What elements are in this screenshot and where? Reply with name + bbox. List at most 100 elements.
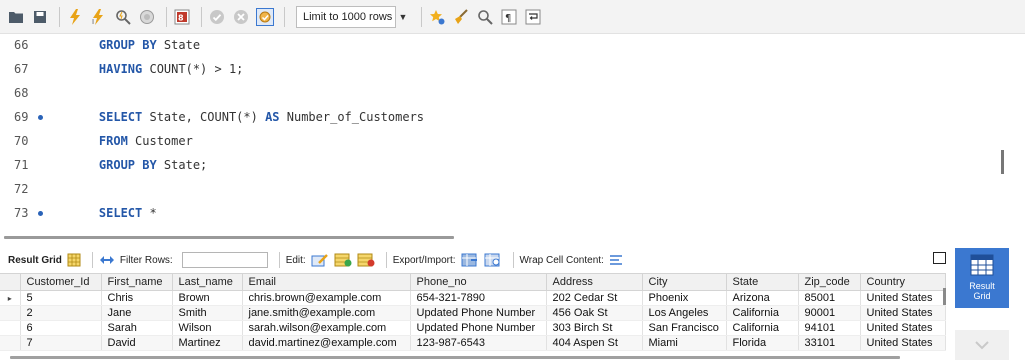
table-cell[interactable]: 2 bbox=[20, 305, 102, 321]
column-header[interactable]: Email bbox=[242, 273, 411, 291]
table-cell[interactable]: 303 Birch St bbox=[546, 320, 643, 336]
export-button[interactable] bbox=[461, 253, 479, 267]
edit-row-button[interactable] bbox=[311, 253, 329, 267]
editor-line[interactable]: 70 FROM Customer bbox=[0, 129, 1000, 153]
wrap-cell-button[interactable] bbox=[609, 254, 623, 266]
table-cell[interactable]: 6 bbox=[20, 320, 102, 336]
table-cell[interactable]: Arizona bbox=[726, 290, 799, 306]
row-selector[interactable] bbox=[0, 305, 21, 321]
stop-button[interactable] bbox=[137, 7, 157, 27]
insert-row-button[interactable] bbox=[334, 253, 352, 267]
sql-editor[interactable]: 66 GROUP BY State 67 HAVING COUNT(*) > 1;… bbox=[0, 34, 1025, 224]
editor-line[interactable]: 66 GROUP BY State bbox=[0, 34, 1000, 57]
result-grid[interactable]: Customer_Id First_name Last_name Email Phone… bbox=[0, 273, 946, 351]
table-cell[interactable]: Phoenix bbox=[642, 290, 727, 306]
table-cell[interactable]: United States bbox=[860, 290, 946, 306]
table-cell[interactable]: david.martinez@example.com bbox=[242, 335, 411, 351]
column-header[interactable]: Zip_code bbox=[798, 273, 861, 291]
toggle-stop-on-error-button[interactable]: 8 bbox=[172, 7, 192, 27]
table-cell[interactable]: 123-987-6543 bbox=[410, 335, 547, 351]
editor-line[interactable]: 72 bbox=[0, 177, 1000, 201]
table-row[interactable]: 2 Jane Smith jane.smith@example.com Updated … bbox=[0, 305, 946, 321]
delete-row-button[interactable] bbox=[357, 253, 375, 267]
editor-line[interactable]: 67 HAVING COUNT(*) > 1; bbox=[0, 57, 1000, 81]
rollback-button[interactable] bbox=[231, 7, 251, 27]
table-cell[interactable]: United States bbox=[860, 320, 946, 336]
editor-line[interactable]: 71 GROUP BY State; bbox=[0, 153, 1000, 177]
invisible-chars-button[interactable]: ¶ bbox=[499, 7, 519, 27]
table-cell[interactable]: Wilson bbox=[172, 320, 243, 336]
table-cell[interactable]: sarah.wilson@example.com bbox=[242, 320, 411, 336]
import-button[interactable] bbox=[484, 253, 502, 267]
table-cell[interactable]: 404 Aspen St bbox=[546, 335, 643, 351]
editor-horizontal-scrollbar[interactable] bbox=[4, 236, 454, 239]
grid-horizontal-scrollbar[interactable] bbox=[10, 356, 900, 359]
statement-marker-icon[interactable] bbox=[38, 115, 43, 120]
column-header[interactable]: Phone_no bbox=[410, 273, 547, 291]
table-cell[interactable]: 202 Cedar St bbox=[546, 290, 643, 306]
row-selector[interactable]: ▸ bbox=[0, 290, 21, 306]
editor-line[interactable]: 69 SELECT State, COUNT(*) AS Number_of_C… bbox=[0, 105, 1000, 129]
table-cell[interactable]: Miami bbox=[642, 335, 727, 351]
beautify-button[interactable] bbox=[451, 7, 471, 27]
table-cell[interactable]: chris.brown@example.com bbox=[242, 290, 411, 306]
table-cell[interactable]: 85001 bbox=[798, 290, 861, 306]
column-header[interactable]: State bbox=[726, 273, 799, 291]
table-row[interactable]: 7 David Martinez david.martinez@example.com… bbox=[0, 335, 946, 351]
column-header[interactable]: Last_name bbox=[172, 273, 243, 291]
table-cell[interactable]: Smith bbox=[172, 305, 243, 321]
table-cell[interactable]: Los Angeles bbox=[642, 305, 727, 321]
table-cell[interactable]: California bbox=[726, 305, 799, 321]
row-selector[interactable] bbox=[0, 335, 21, 351]
autocommit-button[interactable] bbox=[255, 7, 275, 27]
table-cell[interactable]: Martinez bbox=[172, 335, 243, 351]
table-cell[interactable]: Brown bbox=[172, 290, 243, 306]
column-header[interactable]: First_name bbox=[101, 273, 173, 291]
word-wrap-button[interactable] bbox=[523, 7, 543, 27]
column-header[interactable]: City bbox=[642, 273, 727, 291]
grid-vertical-scrollbar[interactable] bbox=[943, 288, 946, 305]
column-header[interactable]: Customer_Id bbox=[20, 273, 102, 291]
result-grid-view-button[interactable]: Result Grid bbox=[955, 248, 1009, 308]
filter-button[interactable] bbox=[99, 254, 115, 266]
table-cell[interactable]: Jane bbox=[101, 305, 173, 321]
column-header[interactable]: Address bbox=[546, 273, 643, 291]
filter-rows-input[interactable] bbox=[181, 252, 268, 268]
table-cell[interactable]: Chris bbox=[101, 290, 173, 306]
open-file-button[interactable] bbox=[6, 7, 26, 27]
editor-line[interactable]: 73 SELECT * bbox=[0, 201, 1000, 224]
row-selector[interactable] bbox=[0, 320, 21, 336]
explain-button[interactable] bbox=[113, 7, 133, 27]
save-button[interactable] bbox=[30, 7, 50, 27]
table-cell[interactable]: 7 bbox=[20, 335, 102, 351]
table-row[interactable]: ▸ 5 Chris Brown chris.brown@example.com 654-3… bbox=[0, 290, 946, 306]
execute-current-button[interactable]: I bbox=[89, 7, 109, 27]
find-button[interactable] bbox=[475, 7, 495, 27]
limit-rows-select[interactable]: Limit to 1000 rows bbox=[296, 5, 396, 28]
table-cell[interactable]: 90001 bbox=[798, 305, 861, 321]
table-cell[interactable]: jane.smith@example.com bbox=[242, 305, 411, 321]
table-cell[interactable]: 33101 bbox=[798, 335, 861, 351]
table-cell[interactable]: 5 bbox=[20, 290, 102, 306]
table-cell[interactable]: California bbox=[726, 320, 799, 336]
table-cell[interactable]: San Francisco bbox=[642, 320, 727, 336]
table-cell[interactable]: Updated Phone Number bbox=[410, 305, 547, 321]
toggle-panel-icon[interactable] bbox=[933, 252, 946, 264]
table-cell[interactable]: 94101 bbox=[798, 320, 861, 336]
table-cell[interactable]: David bbox=[101, 335, 173, 351]
editor-line[interactable]: 68 bbox=[0, 81, 1000, 105]
table-row[interactable]: 6 Sarah Wilson sarah.wilson@example.com Upda… bbox=[0, 320, 946, 336]
table-cell[interactable]: 654-321-7890 bbox=[410, 290, 547, 306]
execute-button[interactable] bbox=[65, 7, 85, 27]
grid-view-button[interactable] bbox=[67, 253, 81, 267]
result-grid-tab[interactable]: Result Grid bbox=[8, 255, 62, 266]
editor-vertical-scrollbar[interactable] bbox=[1001, 150, 1004, 174]
statement-marker-icon[interactable] bbox=[38, 211, 43, 216]
chevron-down-icon[interactable]: ▼ bbox=[396, 7, 410, 27]
column-header[interactable]: Country bbox=[860, 273, 946, 291]
table-cell[interactable]: United States bbox=[860, 335, 946, 351]
commit-button[interactable] bbox=[207, 7, 227, 27]
table-cell[interactable]: Florida bbox=[726, 335, 799, 351]
table-cell[interactable]: 456 Oak St bbox=[546, 305, 643, 321]
side-panel-scroll-down[interactable] bbox=[955, 330, 1009, 360]
